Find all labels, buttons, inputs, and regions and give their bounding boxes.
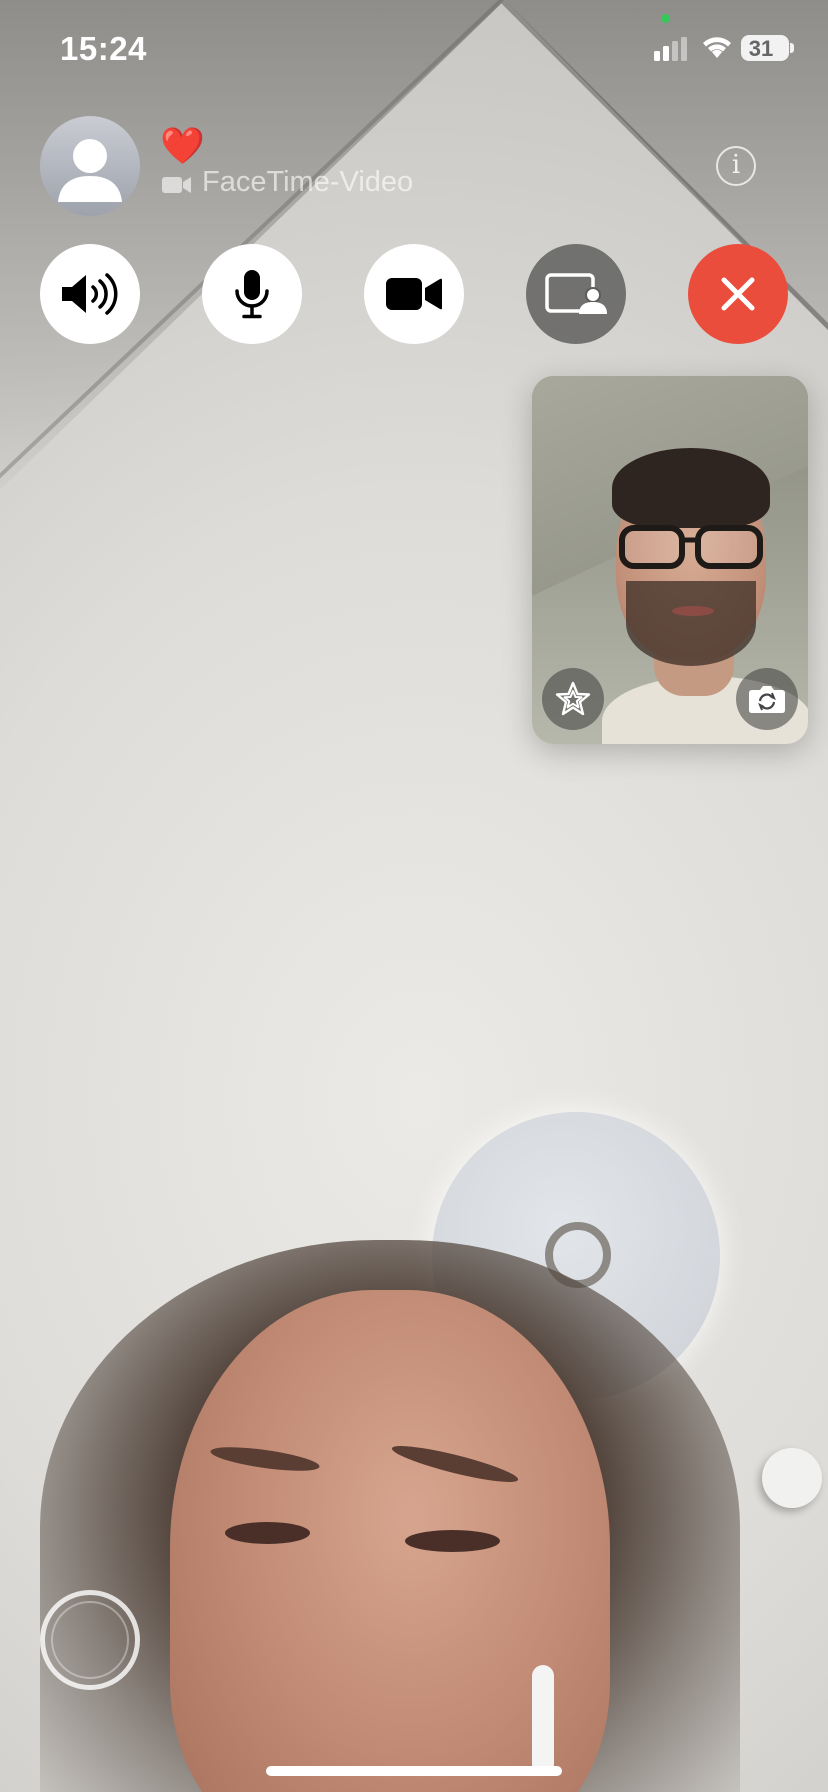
microphone-icon: [235, 270, 269, 319]
info-button[interactable]: i: [716, 146, 756, 186]
close-icon: [721, 277, 755, 311]
flip-camera-button[interactable]: [736, 668, 798, 730]
caller-name: ❤️: [160, 125, 205, 166]
battery-level: 31: [748, 36, 774, 61]
battery-icon: 31: [741, 35, 789, 61]
video-camera-icon: [162, 177, 191, 193]
status-bar: 15:24 31: [0, 0, 828, 100]
status-time: 15:24: [60, 30, 147, 67]
wifi-icon: [703, 37, 731, 58]
effects-button[interactable]: [542, 668, 604, 730]
home-indicator[interactable]: [266, 1766, 562, 1776]
wall-fixture: [762, 1448, 822, 1508]
speaker-wave-icon: [62, 273, 118, 315]
camera-button[interactable]: [364, 244, 464, 344]
self-video-preview[interactable]: [532, 376, 808, 744]
mute-button[interactable]: [202, 244, 302, 344]
call-type-label: FaceTime-Video: [202, 166, 414, 198]
speaker-button[interactable]: [40, 244, 140, 344]
self-mouth: [672, 606, 714, 616]
remote-person-eye: [405, 1530, 500, 1552]
share-screen-icon: [545, 273, 607, 314]
live-photo-shutter-button[interactable]: [40, 1590, 140, 1690]
person-icon: [58, 139, 122, 202]
glasses: [619, 525, 763, 569]
battery-tip: [790, 43, 794, 53]
star-effects-icon: [555, 681, 591, 716]
remote-person-eye: [225, 1522, 310, 1544]
cellular-signal-icon: [654, 37, 687, 61]
camera-flip-icon: [749, 686, 785, 713]
camera-in-use-indicator: [661, 14, 670, 23]
end-call-button[interactable]: [688, 244, 788, 344]
share-screen-button[interactable]: [526, 244, 626, 344]
self-beard: [626, 581, 756, 666]
caller-avatar: [40, 116, 140, 216]
self-hair: [612, 448, 770, 528]
earbud: [532, 1665, 554, 1775]
live-photo-shutter-icon: [51, 1601, 129, 1679]
video-camera-icon: [386, 278, 442, 310]
